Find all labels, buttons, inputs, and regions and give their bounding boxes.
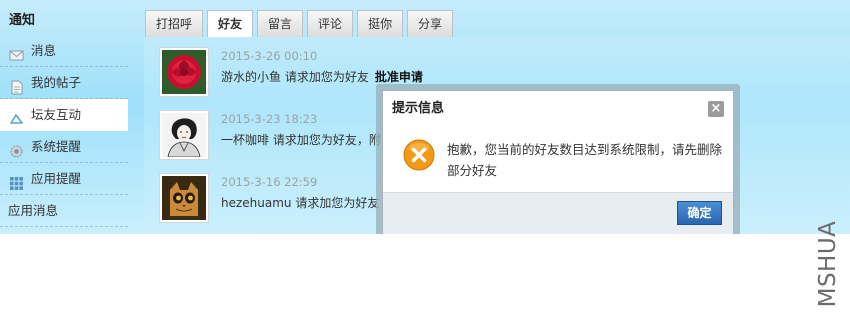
app-window: 通知 消息 我的帖子 坛友互动 系统提醒 应用提醒 应用消息 打招呼 好友 留言… [0, 0, 850, 234]
tab-friends[interactable]: 好友 [207, 10, 254, 37]
notification-time: 2015-3-23 18:23 [221, 112, 318, 126]
tab-greet[interactable]: 打招呼 [145, 10, 204, 37]
sidebar-item-label: 系统提醒 [31, 139, 82, 154]
envelope-icon [9, 43, 24, 61]
sidebar-item-label: 坛友互动 [31, 107, 82, 122]
sidebar-item-label: 应用消息 [8, 203, 59, 218]
grid-icon [9, 171, 24, 190]
error-x-icon [403, 139, 435, 171]
cloud-icon [9, 107, 24, 124]
sidebar-item-app-reminders[interactable]: 应用提醒 [0, 163, 128, 195]
cat-avatar [162, 176, 206, 220]
avatar[interactable] [159, 173, 209, 223]
notification-time: 2015-3-16 22:59 [221, 175, 318, 189]
alert-dialog: 提示信息 × 抱歉，您当前的好友数目达到系统限制，请先删除部分好友 确定 [382, 90, 734, 234]
dialog-footer: 确定 [383, 192, 733, 234]
sidebar-item-label: 消息 [31, 43, 57, 58]
sidebar-title: 通知 [9, 13, 36, 28]
tab-bar: 打招呼 好友 留言 评论 挺你 分享 [145, 10, 454, 37]
dialog-message: 抱歉，您当前的好友数目达到系统限制，请先删除部分好友 [447, 142, 723, 178]
sidebar-item-my-posts[interactable]: 我的帖子 [0, 67, 128, 99]
notification-message: 一杯咖啡 请求加您为好友，附言: [221, 133, 397, 147]
notification-text: 一杯咖啡 请求加您为好友，附言: [221, 131, 397, 148]
dialog-title: 提示信息 [392, 101, 445, 116]
dialog-overlay-frame: 提示信息 × 抱歉，您当前的好友数目达到系统限制，请先删除部分好友 确定 [376, 84, 740, 234]
sidebar-item-messages[interactable]: 消息 [0, 35, 128, 67]
tab-share[interactable]: 分享 [407, 10, 454, 37]
close-icon[interactable]: × [708, 101, 724, 117]
sidebar: 消息 我的帖子 坛友互动 系统提醒 应用提醒 应用消息 [0, 35, 128, 227]
gear-icon [9, 139, 24, 158]
tab-support[interactable]: 挺你 [357, 10, 404, 37]
ok-button[interactable]: 确定 [677, 201, 722, 225]
approve-request-link[interactable]: 批准申请 [375, 70, 423, 84]
avatar[interactable] [159, 47, 209, 97]
tab-comments-board[interactable]: 留言 [257, 10, 304, 37]
sidebar-item-interaction[interactable]: 坛友互动 [0, 99, 128, 131]
notification-time: 2015-3-26 00:10 [221, 49, 318, 63]
tab-reviews[interactable]: 评论 [307, 10, 354, 37]
watermark: MSHUA [814, 212, 842, 316]
red-flower-avatar [162, 50, 206, 94]
watermark-text: MSHUA [815, 220, 841, 308]
document-icon [9, 75, 24, 95]
sidebar-item-label: 我的帖子 [31, 75, 82, 90]
notification-message: 游水的小鱼 请求加您为好友 [221, 70, 369, 84]
sidebar-item-app-messages[interactable]: 应用消息 [0, 195, 128, 227]
notification-text: 游水的小鱼 请求加您为好友 批准申请 [221, 68, 423, 85]
avatar[interactable] [159, 110, 209, 160]
sidebar-item-system-reminders[interactable]: 系统提醒 [0, 131, 128, 163]
sidebar-item-label: 应用提醒 [31, 171, 82, 186]
sketch-portrait-avatar [162, 113, 206, 157]
notification-message: hezehuamu 请求加您为好友 [221, 196, 380, 210]
